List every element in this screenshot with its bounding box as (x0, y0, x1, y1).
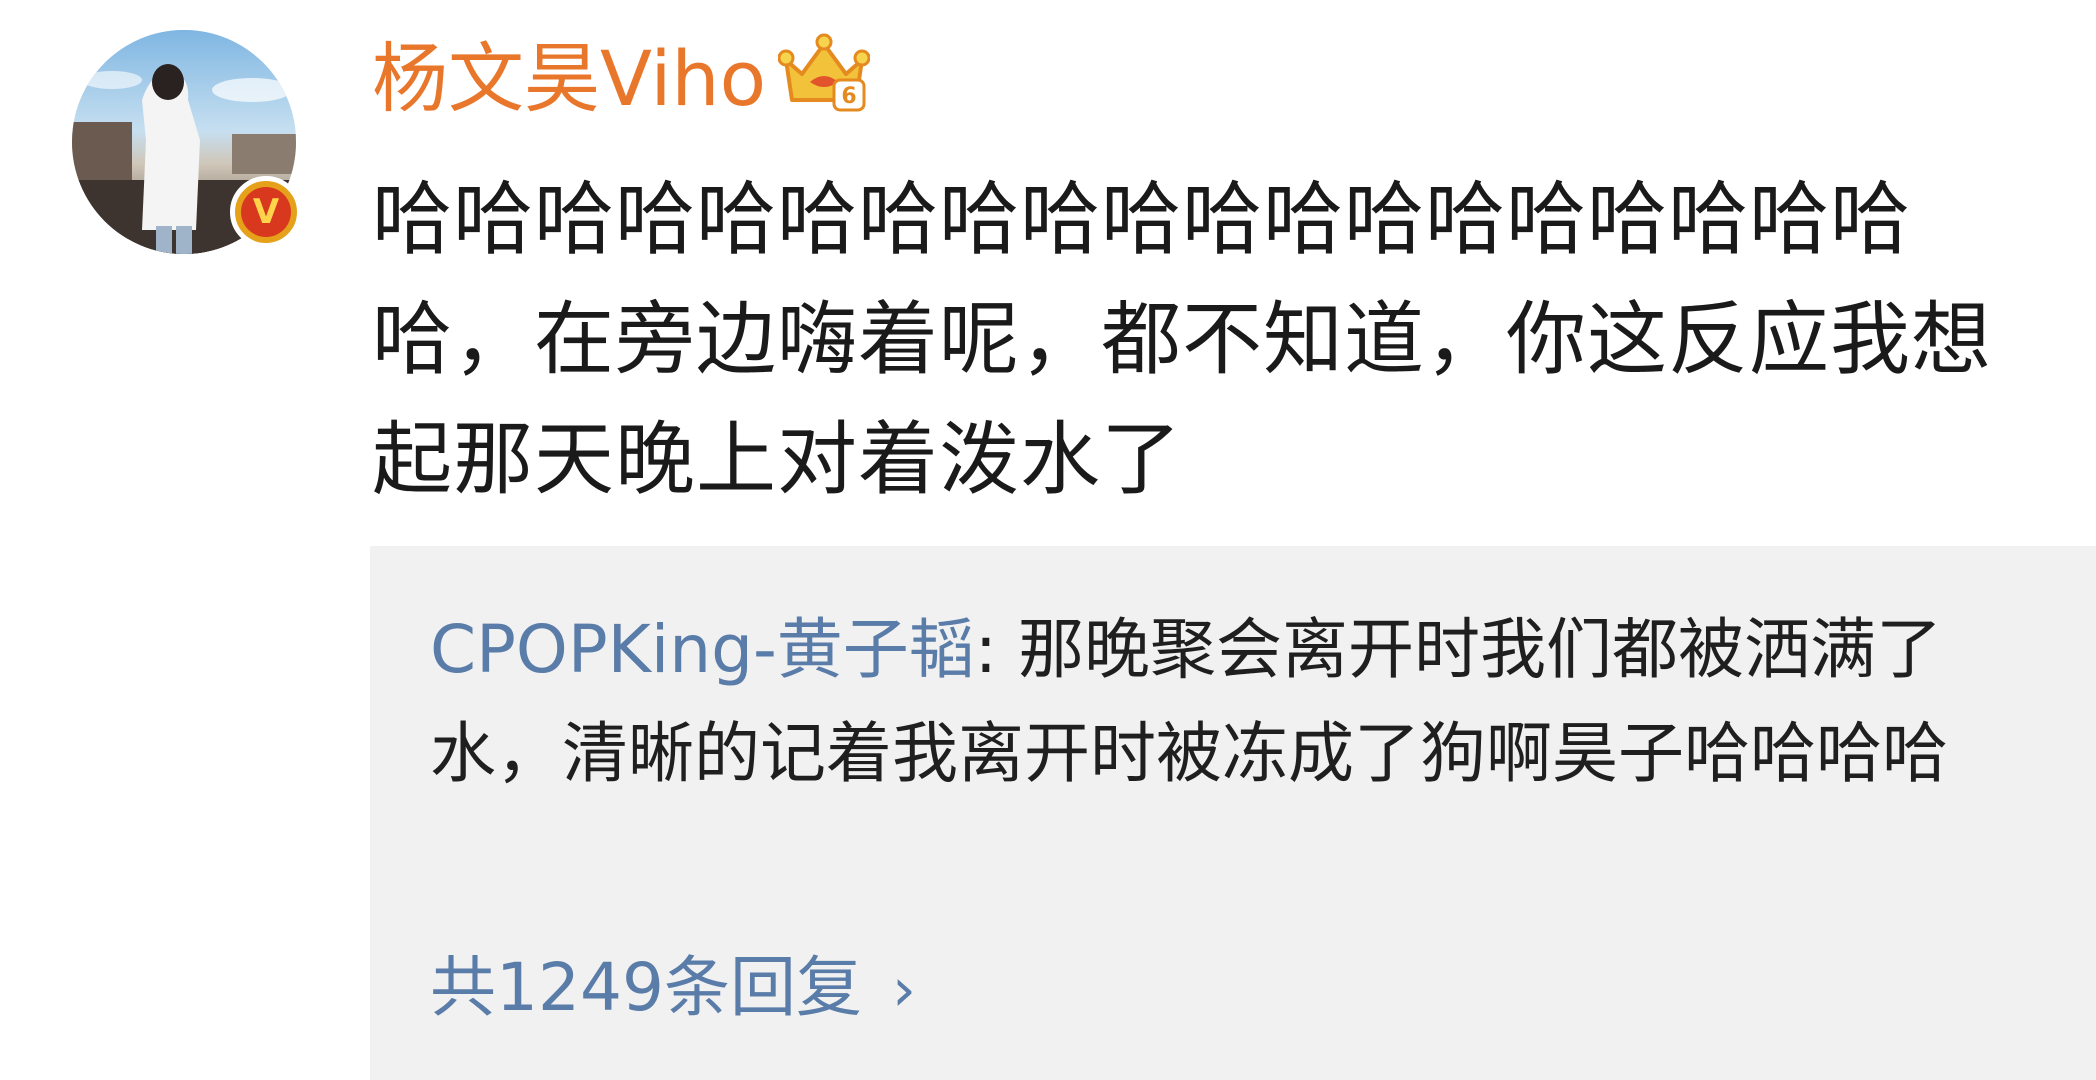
chevron-right-icon: › (891, 955, 916, 1025)
quoted-separator: : (974, 611, 1019, 688)
replies-count-label: 共1249条回复 (430, 949, 862, 1026)
post-username[interactable]: 杨文昊Viho (372, 34, 766, 124)
svg-text:6: 6 (841, 84, 856, 109)
verified-v-icon: V (241, 187, 291, 237)
crown-member-icon[interactable]: 6 (778, 30, 870, 116)
quoted-author-link[interactable]: CPOPKing-黄子韬 (430, 611, 975, 688)
post-text: 哈哈哈哈哈哈哈哈哈哈哈哈哈哈哈哈哈哈哈哈，在旁边嗨着呢，都不知道，你这反应我想起… (372, 173, 1992, 506)
verified-badge: V (230, 176, 302, 248)
quoted-comment-text: CPOPKing-黄子韬: 那晚聚会离开时我们都被洒满了水，清晰的记着我离开时被… (430, 598, 2030, 806)
quoted-comment[interactable]: CPOPKing-黄子韬: 那晚聚会离开时我们都被洒满了水，清晰的记着我离开时被… (370, 546, 2096, 1080)
view-replies-link[interactable]: 共1249条回复 › (430, 938, 916, 1040)
